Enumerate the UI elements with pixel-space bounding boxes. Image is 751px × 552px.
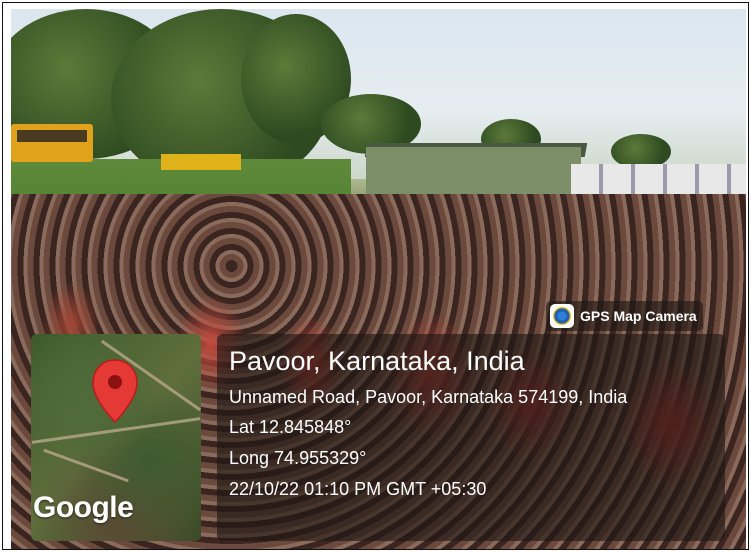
gps-map-camera-badge: GPS Map Camera xyxy=(546,301,703,331)
latitude-text: Lat 12.845848° xyxy=(229,417,352,437)
datetime-text: 22/10/22 01:10 PM GMT +05:30 xyxy=(229,479,487,499)
location-title: Pavoor, Karnataka, India xyxy=(229,346,525,376)
map-thumbnail: Google xyxy=(31,334,201,541)
google-logo: Google xyxy=(33,491,134,524)
school-bus xyxy=(11,124,93,162)
screenshot-frame: GPS Map Camera Google Pavoor, Karnataka,… xyxy=(2,2,749,550)
address-text: Unnamed Road, Pavoor, Karnataka 574199, … xyxy=(229,387,628,407)
camera-lens-icon xyxy=(550,304,574,328)
map-pin-icon xyxy=(92,359,138,424)
gps-app-name: GPS Map Camera xyxy=(580,308,697,324)
map-road xyxy=(43,448,129,483)
longitude-text: Long 74.955329° xyxy=(229,448,367,468)
school-bus xyxy=(161,154,241,170)
